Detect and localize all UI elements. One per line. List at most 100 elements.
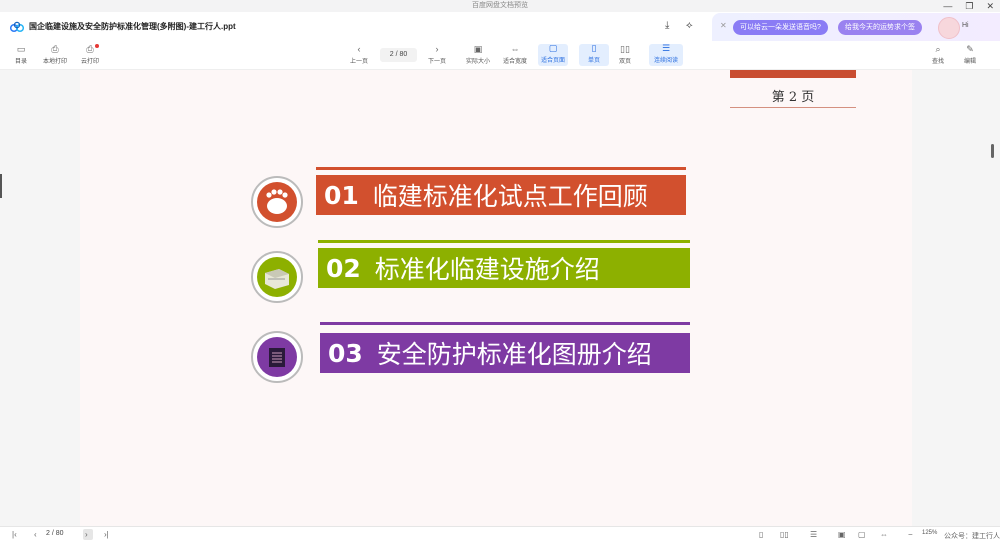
first-page-icon[interactable]: |‹ [12, 530, 17, 539]
printer-icon: ⎙ [51, 44, 59, 54]
status-bar: |‹ ‹ 2 / 80 › ›| ▯ ▯▯ ☰ ▣ ▢ ⇔ − 125% [0, 526, 1000, 542]
item-2-number: 02 [326, 253, 361, 283]
single-page-icon: ▯ [591, 43, 597, 53]
text-cursor [0, 174, 2, 198]
footprint-icon [257, 182, 297, 222]
actual-size-icon: ▣ [473, 44, 483, 54]
prev-page-button[interactable]: ‹ 上一页 [344, 44, 374, 66]
chevron-left-icon: ‹ [357, 44, 361, 54]
fit-page-label: 适合页面 [540, 58, 565, 64]
prev-page-icon[interactable]: ‹ [34, 530, 37, 539]
actual-size-label: 实际大小 [465, 59, 490, 65]
item-3-title: 安全防护标准化图册介绍 [376, 340, 652, 369]
single-view-icon[interactable]: ▯ [759, 530, 763, 539]
status-page-total: 80 [55, 530, 64, 537]
item-3-topline [320, 322, 690, 325]
local-print-button[interactable]: ⎙ 本地打印 [40, 44, 70, 66]
continuous-label: 连续阅读 [653, 58, 678, 64]
item-1-topline [316, 167, 686, 170]
assistant-avatar[interactable] [938, 17, 960, 39]
fit-page-icon: ▢ [548, 43, 558, 53]
assistant-greeting: Hi [962, 22, 969, 29]
item-2-badge [251, 251, 303, 303]
vertical-scrollbar[interactable] [991, 144, 994, 158]
actual-size-view-icon[interactable]: ▣ [838, 530, 846, 539]
notification-dot [95, 44, 99, 48]
page-label-underline [730, 107, 856, 108]
next-page-label: 下一页 [427, 59, 446, 65]
document-name: 国企临建设施及安全防护标准化管理(多附图)-建工行人.ppt [29, 22, 236, 31]
baidu-netdisk-logo-icon [10, 21, 24, 33]
toc-button[interactable]: ▭ 目录 [6, 44, 36, 66]
header-accent-bar [730, 70, 856, 78]
fit-width-button[interactable]: ⇔ 适合宽度 [500, 44, 530, 66]
pencil-icon: ✎ [966, 44, 974, 54]
edit-button[interactable]: ✎ 编辑 [955, 44, 985, 66]
chevron-right-icon: › [435, 44, 439, 54]
next-page-button[interactable]: › 下一页 [422, 44, 452, 66]
item-3-number: 03 [328, 338, 363, 368]
actual-size-button[interactable]: ▣ 实际大小 [463, 44, 493, 66]
item-2-topline [318, 240, 690, 243]
continuous-icon: ☰ [661, 43, 671, 53]
ai-suggestion-fortune[interactable]: 给我今天的运势求个签 [838, 20, 922, 35]
restore-button[interactable]: ❐ [965, 0, 973, 12]
page-total: 80 [399, 51, 408, 58]
local-print-label: 本地打印 [42, 59, 67, 65]
close-icon[interactable]: ✕ [720, 21, 727, 30]
document-icon [257, 337, 297, 377]
cloud-print-label: 云打印 [80, 59, 99, 65]
next-page-icon[interactable]: › [85, 530, 88, 539]
viewer-toolbar: ▭ 目录 ⎙ 本地打印 ⎙ 云打印 ‹ 上一页 › 下一页 ▣ 实际大小 ⇔ 适合宽度 ▢ 适合… [0, 42, 1000, 70]
search-button[interactable]: ⌕ 查找 [923, 44, 953, 66]
fit-width-view-icon[interactable]: ⇔ [880, 530, 888, 539]
zoom-out-icon[interactable]: − [908, 530, 913, 539]
zoom-level: 125% [922, 530, 938, 536]
page-current: 2 [389, 51, 394, 58]
item-3-bar: 03 安全防护标准化图册介绍 [320, 333, 690, 373]
building-icon [257, 257, 297, 297]
minimize-button[interactable]: — [943, 0, 952, 12]
cloud-printer-icon: ⎙ [86, 44, 94, 54]
continuous-read-button[interactable]: ☰ 连续阅读 [649, 44, 683, 66]
last-page-icon[interactable]: ›| [104, 530, 109, 539]
share-icon[interactable]: ⟡ [686, 20, 693, 31]
double-page-label: 双页 [618, 59, 631, 65]
cloud-print-button[interactable]: ⎙ 云打印 [75, 44, 105, 66]
fit-width-icon: ⇔ [510, 44, 520, 54]
slide-page: 第 2 页 01 临建标准化试点工作回顾 02 标准化临建设施介绍 03 安全防… [80, 70, 912, 526]
single-page-button[interactable]: ▯ 单页 [579, 44, 609, 66]
fit-page-view-icon[interactable]: ▢ [858, 530, 866, 539]
search-icon: ⌕ [935, 44, 941, 54]
ai-suggestion-voice[interactable]: 可以给云一朵发送语音吗? [733, 20, 828, 35]
sidebar-icon: ▭ [16, 44, 26, 54]
window-controls: — ❐ ✕ [943, 0, 994, 12]
document-viewer: 第 2 页 01 临建标准化试点工作回顾 02 标准化临建设施介绍 03 安全防… [0, 70, 1000, 526]
download-icon[interactable]: ⤓ [665, 20, 669, 31]
prev-page-label: 上一页 [349, 59, 368, 65]
toc-label: 目录 [14, 59, 27, 65]
double-page-icon: ▯▯ [620, 44, 630, 54]
double-view-icon[interactable]: ▯▯ [780, 530, 789, 539]
item-2-title: 标准化临建设施介绍 [374, 255, 600, 284]
fit-width-label: 适合宽度 [502, 59, 527, 65]
ai-assistant-bar: ✕ 可以给云一朵发送语音吗? 给我今天的运势求个签 Hi [712, 13, 1000, 41]
fit-page-button[interactable]: ▢ 适合页面 [538, 44, 568, 66]
status-page-indicator: 2 / 80 [46, 530, 64, 537]
window-title: 百度网盘文档预览 [472, 2, 528, 9]
status-page-current: 2 [46, 530, 50, 537]
watermark: 公众号：建工行人 [944, 533, 1000, 540]
item-3-badge [251, 331, 303, 383]
single-page-label: 单页 [587, 58, 600, 64]
double-page-button[interactable]: ▯▯ 双页 [610, 44, 640, 66]
page-number-input[interactable]: 2 / 80 [380, 48, 417, 62]
search-label: 查找 [931, 59, 944, 65]
item-1-number: 01 [324, 180, 359, 210]
slide-page-label: 第 2 页 [771, 90, 815, 105]
scroll-view-icon[interactable]: ☰ [810, 530, 817, 539]
item-1-title: 临建标准化试点工作回顾 [372, 182, 648, 211]
item-2-bar: 02 标准化临建设施介绍 [318, 248, 690, 288]
close-window-button[interactable]: ✕ [986, 0, 994, 12]
window-titlebar: 百度网盘文档预览 — ❐ ✕ [0, 0, 1000, 12]
item-1-badge [251, 176, 303, 228]
